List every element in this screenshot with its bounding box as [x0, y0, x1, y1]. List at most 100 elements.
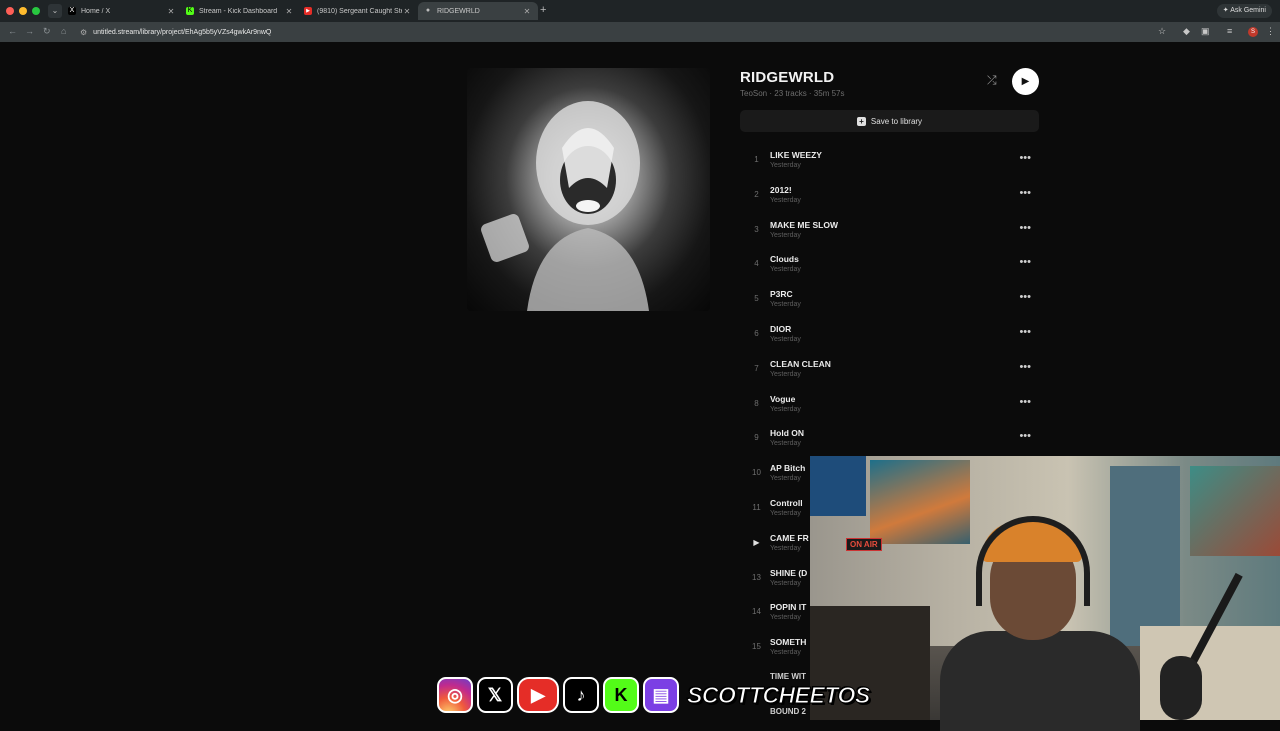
track-title: DIOR: [770, 323, 792, 334]
track-date: Yesterday: [770, 405, 801, 413]
track-date: Yesterday: [770, 162, 801, 169]
kick-favicon-icon: K: [186, 7, 194, 15]
project-title: RIDGEWRLD: [740, 69, 835, 86]
address-bar[interactable]: ⚙ untitled.stream/library/project/EhAg5b…: [80, 25, 1175, 39]
youtube-icon: ▶: [517, 677, 559, 713]
track-number: 2: [754, 189, 759, 199]
x-favicon-icon: X: [68, 7, 76, 15]
track-row[interactable]: 4 Clouds Yesterday •••: [740, 246, 1039, 281]
project-meta: TeoSon · 23 tracks · 35m 57s: [740, 89, 845, 98]
track-date: Yesterday: [770, 370, 801, 378]
on-air-sign: ON AIR: [846, 538, 882, 551]
track-date: Yesterday: [770, 266, 801, 274]
save-to-library-button[interactable]: + Save to library: [740, 110, 1039, 132]
plus-icon: +: [856, 116, 866, 126]
bookmark-star-icon[interactable]: ☆: [1158, 26, 1166, 37]
more-options-icon[interactable]: •••: [1019, 396, 1031, 408]
track-number: 3: [754, 224, 759, 234]
track-row[interactable]: 3 MAKE ME SLOW Yesterday •••: [740, 212, 1039, 247]
album-cover-image: [467, 68, 710, 311]
browser-toolbar: ← → ↻ ⌂ ⚙ untitled.stream/library/projec…: [0, 22, 1280, 42]
track-date: Yesterday: [770, 579, 801, 587]
track-number: 13: [752, 572, 761, 582]
webcam-wall-art: [870, 460, 970, 544]
track-title: SHINE (D: [770, 567, 808, 578]
track-date: Yesterday: [770, 335, 801, 343]
track-number: 6: [754, 328, 759, 338]
webcam-wall-art: [1190, 466, 1280, 556]
tab-search-button[interactable]: ⌄: [48, 4, 62, 18]
maximize-window-button[interactable]: [32, 7, 40, 15]
streamer-handle: SCOTTCHEETOS: [687, 681, 871, 708]
streamer-body: [940, 631, 1140, 731]
more-options-icon[interactable]: •••: [1019, 222, 1031, 234]
track-row[interactable]: 5 P3RC Yesterday •••: [740, 281, 1039, 316]
close-icon[interactable]: ✕: [284, 7, 294, 16]
more-options-icon[interactable]: •••: [1019, 152, 1031, 164]
track-row[interactable]: 7 CLEAN CLEAN Yesterday •••: [740, 351, 1039, 386]
home-icon[interactable]: ⌂: [61, 26, 66, 36]
more-options-icon[interactable]: •••: [1019, 256, 1031, 268]
puzzle-extensions-icon[interactable]: ▣: [1201, 26, 1210, 37]
minimize-window-button[interactable]: [19, 7, 27, 15]
back-arrow-icon[interactable]: ←: [8, 26, 17, 36]
track-row[interactable]: 6 DIOR Yesterday •••: [740, 316, 1039, 351]
track-number: 15: [752, 642, 761, 652]
webcam-overlay: ON AIR: [810, 456, 1280, 731]
close-icon[interactable]: ✕: [166, 7, 176, 16]
cover-art-figure: [481, 101, 649, 311]
track-title: CAME FR: [770, 532, 809, 543]
close-icon[interactable]: ✕: [402, 7, 412, 16]
track-date: Yesterday: [770, 649, 801, 657]
play-icon: ▶: [1021, 76, 1030, 87]
play-all-button[interactable]: ▶: [1012, 68, 1039, 95]
tab-home-x[interactable]: X Home / X ✕: [62, 2, 182, 20]
more-options-icon[interactable]: •••: [1019, 361, 1031, 373]
site-info-icon[interactable]: ⚙: [80, 28, 87, 37]
more-options-icon[interactable]: •••: [1019, 187, 1031, 199]
more-options-icon[interactable]: •••: [1019, 291, 1031, 303]
shuffle-icon[interactable]: ⤮: [987, 73, 997, 88]
track-number: 4: [754, 259, 759, 269]
more-options-icon[interactable]: •••: [1019, 430, 1031, 442]
extension-icon[interactable]: ◆: [1183, 26, 1190, 37]
play-track-icon[interactable]: ▶: [740, 538, 773, 547]
track-number: 14: [752, 607, 761, 617]
track-title: Clouds: [770, 254, 799, 265]
track-number: 5: [754, 294, 759, 304]
track-title: Controll: [770, 497, 803, 508]
browser-tab-bar: ⌄ X Home / X ✕ K Stream - Kick Dashboard…: [0, 0, 1280, 22]
reload-icon[interactable]: ↻: [43, 26, 51, 37]
track-title: MAKE ME SLOW: [770, 219, 838, 230]
tab-label: Home / X: [81, 7, 111, 15]
twitch-icon: ▤: [643, 677, 679, 713]
more-options-icon[interactable]: •••: [1019, 326, 1031, 338]
close-icon[interactable]: ✕: [522, 7, 532, 16]
instagram-icon: ◎: [437, 677, 473, 713]
track-row[interactable]: 9 Hold ON Yesterday •••: [740, 420, 1039, 455]
kick-icon: K: [603, 677, 639, 713]
track-title: POPIN IT: [770, 602, 807, 613]
track-row[interactable]: 2 2012! Yesterday •••: [740, 177, 1039, 212]
tab-groups-icon[interactable]: ≡: [1227, 26, 1232, 36]
tab-youtube-video[interactable]: ▶ (9810) Sergeant Caught Stea ✕: [298, 2, 418, 20]
track-date: Yesterday: [770, 231, 801, 239]
youtube-favicon-icon: ▶: [304, 7, 312, 15]
track-number: 9: [754, 433, 759, 443]
tab-ridgewrld[interactable]: ● RIDGEWRLD ✕: [418, 2, 538, 20]
tab-kick-dashboard[interactable]: K Stream - Kick Dashboard ✕: [180, 2, 300, 20]
track-row[interactable]: 1 LIKE WEEZY Yesterday •••: [740, 142, 1039, 177]
tiktok-icon: ♪: [563, 677, 599, 713]
forward-arrow-icon[interactable]: →: [25, 26, 34, 36]
track-title: SOMETH: [770, 637, 807, 648]
profile-avatar[interactable]: S: [1248, 27, 1258, 37]
track-title: 2012!: [770, 184, 792, 195]
new-tab-button[interactable]: +: [540, 4, 546, 16]
menu-kebab-icon[interactable]: ⋮: [1266, 26, 1275, 37]
track-title: P3RC: [770, 289, 793, 300]
close-window-button[interactable]: [6, 7, 14, 15]
url-text: untitled.stream/library/project/EhAg5b5y…: [93, 28, 272, 36]
track-row[interactable]: 8 Vogue Yesterday •••: [740, 386, 1039, 421]
ask-gemini-button[interactable]: ✦ Ask Gemini: [1216, 4, 1272, 18]
track-date: Yesterday: [770, 196, 801, 204]
